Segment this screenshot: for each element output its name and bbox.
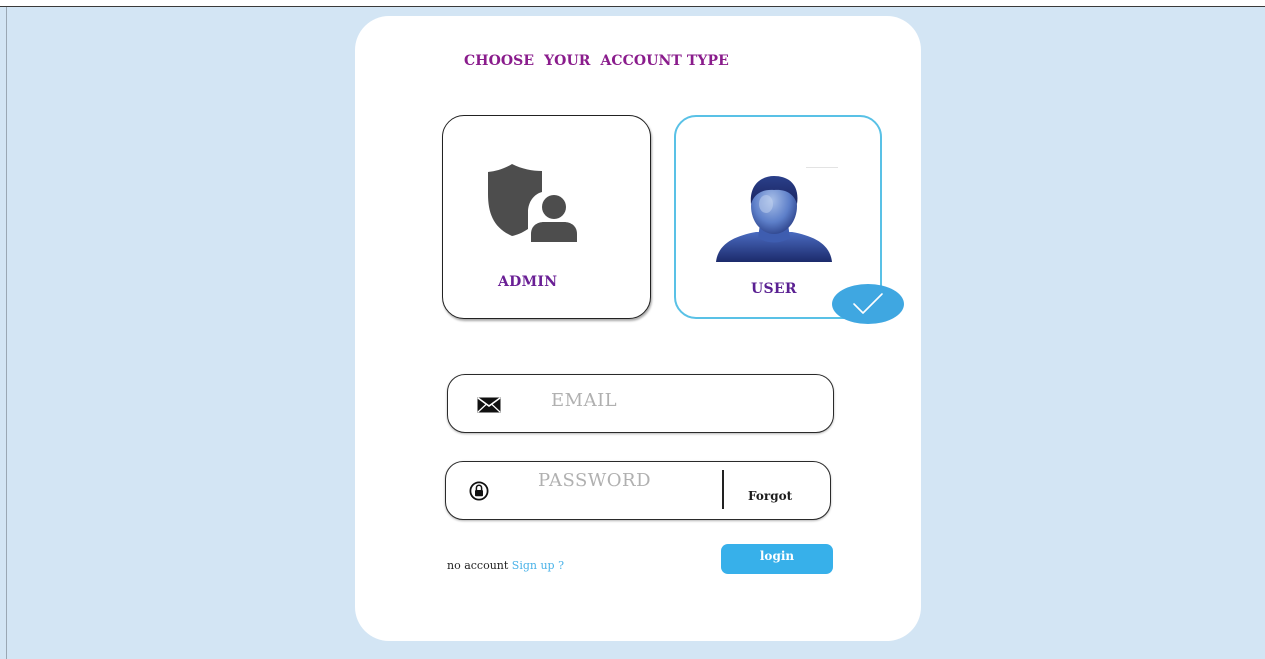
top-border [0,0,1265,7]
user-avatar-icon [716,176,832,262]
envelope-icon [477,397,501,413]
selected-check-badge[interactable] [832,284,904,324]
password-input[interactable] [538,467,718,493]
admin-shield-user-icon [488,164,577,242]
admin-label: ADMIN [498,274,558,290]
email-input[interactable] [551,387,811,413]
signup-link[interactable]: Sign up ? [512,559,564,572]
admin-account-option[interactable]: ADMIN [442,115,651,319]
check-icon [853,293,883,314]
no-account-text: no account [447,559,509,572]
user-label: USER [751,281,797,297]
password-divider [722,470,724,509]
login-button[interactable]: login [721,544,833,574]
signup-prompt: no account Sign up ? [447,559,564,572]
email-field[interactable] [447,374,834,433]
left-border [6,7,7,659]
page-heading: CHOOSE YOUR ACCOUNT TYPE [464,53,729,69]
divider [806,167,838,168]
password-field[interactable]: Forgot [445,461,831,520]
forgot-password-link[interactable]: Forgot [748,489,792,503]
lock-icon [469,481,489,501]
login-card: CHOOSE YOUR ACCOUNT TYPE ADMIN USER EMAI… [355,16,921,641]
